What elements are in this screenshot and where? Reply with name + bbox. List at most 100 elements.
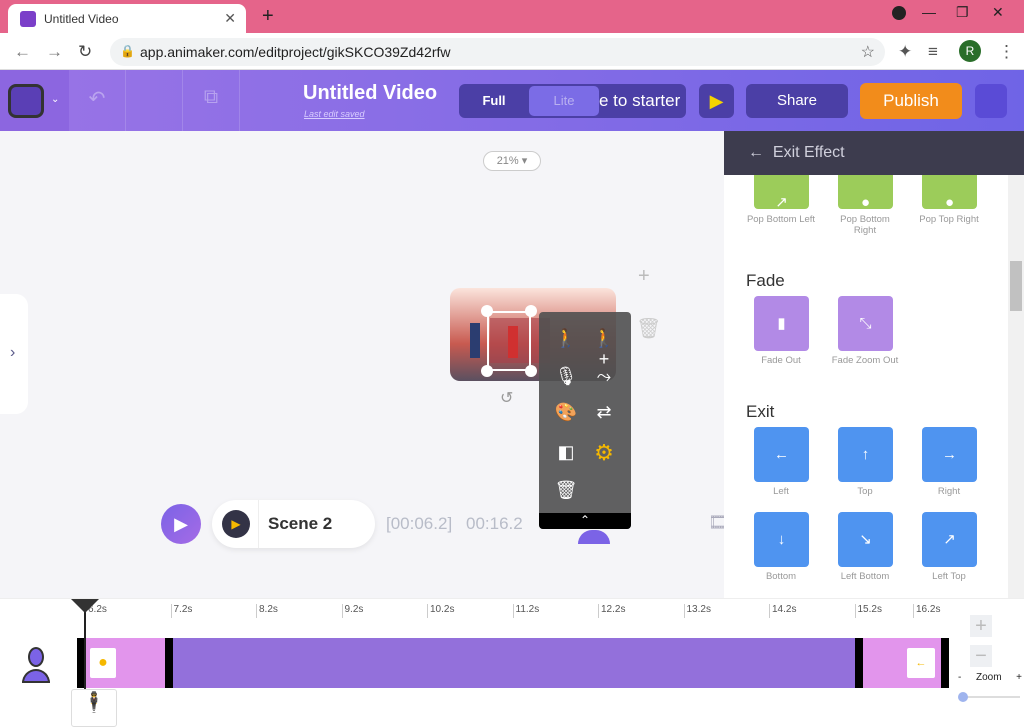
media-indicator-icon[interactable] [892, 6, 906, 20]
effect-fade-out[interactable]: ▮ [754, 296, 809, 351]
panel-header[interactable]: ← Exit Effect [724, 131, 1024, 175]
address-bar: ← → ↻ 🔒 app.animaker.com/editproject/gik… [0, 33, 1024, 70]
resize-handle[interactable] [525, 305, 537, 317]
effect-pop-bottom-right[interactable]: ● [838, 175, 893, 211]
exit-effect-panel: ← Exit Effect ↗ ● ● Pop Bottom Left Pop … [724, 131, 1024, 598]
lock-icon: 🔒 [120, 44, 135, 58]
browser-tab[interactable]: Untitled Video ✕ [8, 4, 246, 33]
timeline: 6.2s 7.2s 8.2s 9.2s 10.2s 11.2s 12.2s 13.2s 14.2… [0, 598, 1024, 728]
color-palette-icon[interactable]: 🎨 [551, 402, 581, 423]
time-tick: 11.2s [512, 604, 539, 618]
microphone-icon[interactable]: 🎙 [551, 366, 581, 387]
scene-name: Scene 2 [268, 514, 333, 533]
browser-tab-bar: Untitled Video ✕ + — ❐ ✕ [0, 0, 1024, 33]
resize-handle[interactable] [481, 305, 493, 317]
close-window-icon[interactable]: ✕ [992, 4, 1004, 21]
zoom-slider[interactable] [958, 692, 1020, 702]
effect-exit-top[interactable]: ↑ [838, 427, 893, 482]
logo-mascot-icon [8, 84, 44, 118]
minimize-icon[interactable]: — [922, 4, 936, 20]
total-time: 00:16.2 [466, 514, 523, 533]
reload-icon[interactable]: ↻ [78, 42, 92, 62]
resize-handle[interactable] [525, 365, 537, 377]
bookmark-star-icon[interactable]: ☆ [861, 42, 875, 62]
panel-scrollbar[interactable] [1008, 175, 1024, 598]
mode-full-button[interactable]: Full [459, 84, 529, 118]
effect-exit-left-top[interactable]: ↗ [922, 512, 977, 567]
zoom-in-button[interactable]: + [970, 615, 992, 637]
app-header: ⌄ ↶ ⧉ Untitled Video Last edit saved e t… [0, 70, 1024, 131]
redo-button[interactable] [126, 70, 183, 131]
settings-gear-icon[interactable]: ⚙ [589, 440, 619, 466]
exit-effect-segment[interactable]: ← [863, 638, 941, 688]
url-input[interactable]: 🔒 app.animaker.com/editproject/gikSKCO39… [110, 38, 885, 66]
effect-exit-right[interactable]: → [922, 427, 977, 482]
publish-button[interactable]: Publish [860, 83, 962, 119]
enter-effect-segment[interactable]: ● [85, 638, 165, 688]
time-tick: 9.2s [341, 604, 363, 618]
effect-label: Fade Zoom Out [831, 355, 899, 366]
character-1-image [470, 323, 480, 358]
animaker-logo-menu[interactable]: ⌄ [0, 70, 69, 131]
back-icon[interactable]: ← [14, 42, 31, 62]
effect-fade-zoom-out[interactable]: ⤡ [838, 296, 893, 351]
resize-handle[interactable] [481, 365, 493, 377]
zoom-slider-thumb[interactable] [958, 692, 968, 702]
move-to-starter-button[interactable]: e to starter [599, 84, 684, 118]
exit-effect-icon[interactable]: ← [907, 648, 935, 678]
add-action-icon[interactable]: 🚶+ [589, 328, 619, 370]
url-text: app.animaker.com/editproject/gikSKCO39Zd… [140, 44, 451, 60]
profile-avatar[interactable]: R [959, 40, 981, 62]
play-scene-button[interactable]: ▶ [222, 510, 250, 538]
effect-exit-left-bottom[interactable]: ↘ [838, 512, 893, 567]
item-track-bar[interactable]: ● ← [77, 638, 949, 688]
effect-pop-bottom-left[interactable]: ↗ [754, 175, 809, 211]
effect-pop-top-right[interactable]: ● [922, 175, 977, 211]
swap-icon[interactable]: ⇄ [589, 402, 619, 423]
effect-label: Left Top [932, 571, 966, 582]
enter-effect-icon[interactable]: ● [90, 648, 116, 678]
forward-icon[interactable]: → [46, 42, 63, 62]
effect-exit-bottom[interactable]: ↓ [754, 512, 809, 567]
close-tab-icon[interactable]: ✕ [224, 10, 236, 27]
zoom-out-button[interactable]: − [970, 645, 992, 667]
play-all-button[interactable]: ▶ [161, 504, 201, 544]
media-queue-icon[interactable]: ≡ [928, 42, 938, 62]
mode-lite-button[interactable]: Lite [529, 86, 599, 116]
animaker-favicon-icon [20, 11, 36, 27]
zoom-label-row: - Zoom + [958, 672, 1022, 683]
restore-icon[interactable]: ❐ [956, 4, 969, 21]
delete-icon[interactable]: 🗑 [551, 480, 581, 501]
scrollbar-thumb[interactable] [1010, 261, 1022, 311]
collapse-menu-button[interactable]: ⌃ [539, 513, 631, 529]
character-thumbnail[interactable]: 🕴 [71, 689, 117, 727]
last-saved-status[interactable]: Last edit saved [304, 109, 365, 119]
undo-button[interactable]: ↶ [69, 70, 126, 131]
panel-title: Exit Effect [772, 144, 845, 161]
browser-menu-icon[interactable]: ⋮ [998, 42, 1015, 62]
project-title[interactable]: Untitled Video [303, 82, 437, 105]
rotate-icon[interactable]: ↺ [500, 388, 513, 408]
playhead-handle[interactable] [71, 599, 99, 613]
time-tick: 7.2s [170, 604, 192, 618]
time-tick: 15.2s [854, 604, 882, 618]
share-button[interactable]: Share [746, 84, 848, 118]
duplicate-button[interactable]: ⧉ [183, 70, 240, 131]
effect-label: Pop Top Right [919, 214, 979, 225]
trim-handle[interactable] [165, 638, 173, 688]
delete-scene-icon[interactable]: 🗑 [636, 316, 661, 341]
preview-play-button[interactable]: ▶ [699, 84, 734, 118]
trim-handle[interactable] [855, 638, 863, 688]
extensions-icon[interactable]: ✦ [898, 42, 912, 62]
user-avatar[interactable] [975, 84, 1007, 118]
canvas-zoom-dropdown[interactable]: 21% ▾ [483, 151, 541, 171]
walk-action-icon[interactable]: 🚶 [551, 328, 581, 349]
expand-left-panel-button[interactable]: › [0, 294, 28, 414]
new-tab-icon[interactable]: + [262, 5, 274, 28]
effect-icon[interactable]: ◧ [551, 442, 581, 463]
back-arrow-icon[interactable]: ← [748, 144, 764, 161]
selection-box[interactable] [487, 311, 531, 371]
add-scene-icon[interactable]: + [638, 265, 650, 288]
motion-path-icon[interactable]: ⤳ [589, 366, 619, 387]
effect-exit-left[interactable]: ← [754, 427, 809, 482]
